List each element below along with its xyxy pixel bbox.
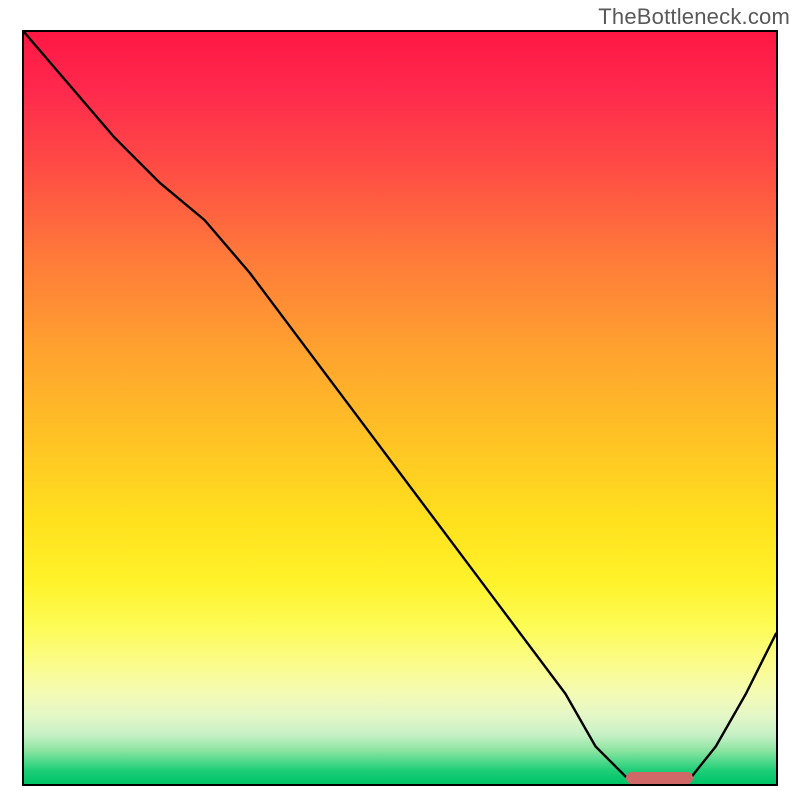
bottleneck-curve [24,32,776,784]
chart-container: TheBottleneck.com [0,0,800,800]
watermark-text: TheBottleneck.com [598,4,790,30]
optimal-range-marker [626,772,694,784]
plot-area [22,30,778,786]
